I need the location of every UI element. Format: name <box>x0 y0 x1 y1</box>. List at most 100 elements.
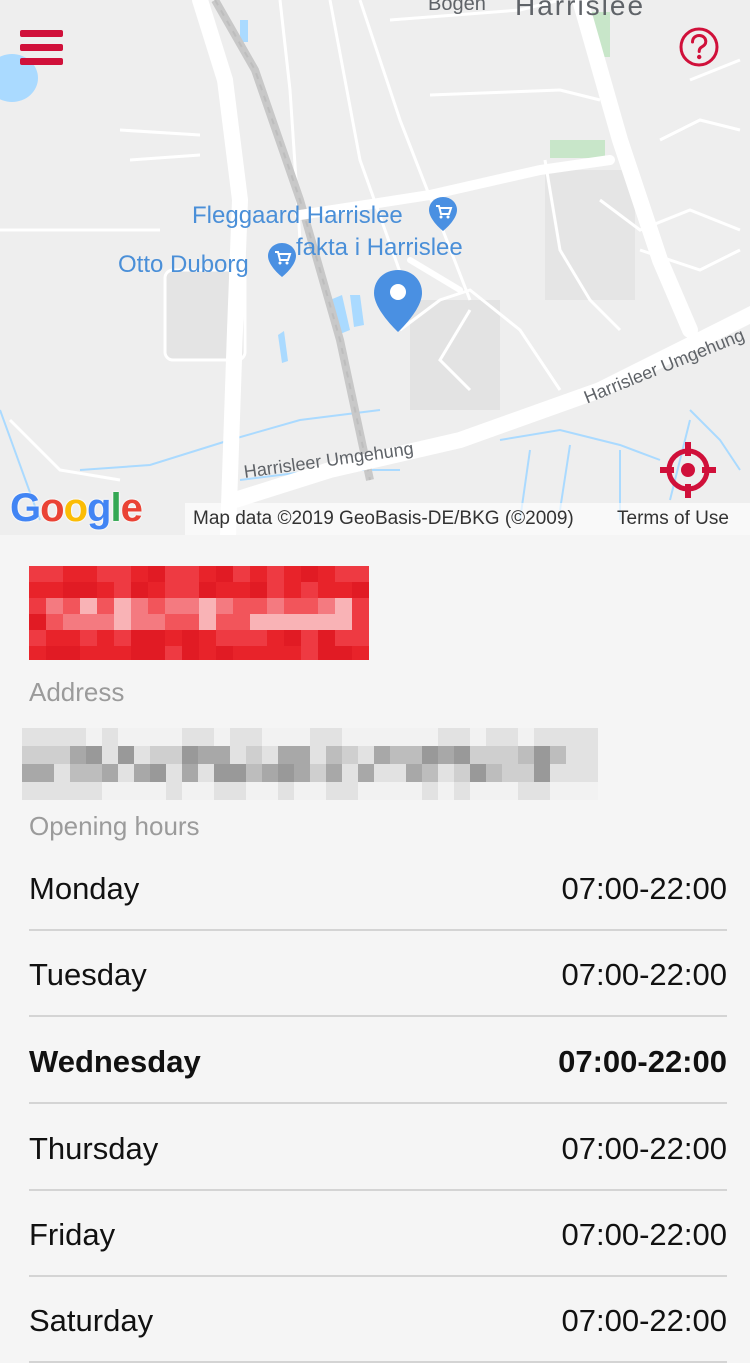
redaction-pixel <box>267 566 284 582</box>
redaction-pixel <box>294 728 310 746</box>
redaction-pixel <box>150 728 166 746</box>
redaction-pixel <box>422 728 438 746</box>
redaction-pixel <box>97 646 114 660</box>
hours-time: 07:00-22:00 <box>558 1044 727 1079</box>
redaction-pixel <box>454 728 470 746</box>
hours-time: 07:00-22:00 <box>561 957 727 992</box>
redaction-pixel <box>502 764 518 782</box>
redaction-pixel <box>422 764 438 782</box>
redaction-pixel <box>262 728 278 746</box>
hours-time: 07:00-22:00 <box>561 1217 727 1252</box>
redaction-pixel <box>278 746 294 764</box>
redaction-pixel <box>230 764 246 782</box>
redaction-pixel <box>80 582 97 598</box>
redaction-pixel <box>54 728 70 746</box>
hours-time: 07:00-22:00 <box>561 871 727 906</box>
redaction-pixel <box>214 728 230 746</box>
redaction-pixel <box>182 630 199 646</box>
redaction-pixel <box>582 728 598 746</box>
redaction-pixel <box>278 728 294 746</box>
locate-me-button[interactable] <box>658 440 718 500</box>
shopping-cart-icon[interactable] <box>428 196 458 232</box>
redaction-pixel <box>63 630 80 646</box>
redaction-pixel <box>86 728 102 746</box>
redaction-pixel <box>182 746 198 764</box>
redaction-pixel <box>486 764 502 782</box>
redaction-pixel <box>148 614 165 630</box>
map-label-fakta[interactable]: fakta i Harrislee <box>296 234 463 262</box>
redaction-pixel <box>80 630 97 646</box>
redaction-pixel <box>358 764 374 782</box>
redaction-pixel <box>214 764 230 782</box>
redaction-pixel <box>166 764 182 782</box>
redaction-pixel <box>352 630 369 646</box>
redaction-pixel <box>198 782 214 800</box>
hours-day: Friday <box>29 1217 116 1252</box>
redaction-pixel <box>86 746 102 764</box>
redaction-pixel <box>70 728 86 746</box>
redaction-pixel <box>518 782 534 800</box>
redaction-pixel <box>262 746 278 764</box>
map-label-fleggaard[interactable]: Fleggaard Harrislee <box>192 202 403 230</box>
redaction-pixel <box>134 782 150 800</box>
map-label-otto-duborg[interactable]: Otto Duborg <box>118 251 249 279</box>
redaction-pixel <box>214 782 230 800</box>
redaction-pixel <box>22 728 38 746</box>
redaction-pixel <box>70 746 86 764</box>
redaction-pixel <box>63 566 80 582</box>
map-view[interactable]: Bogen Harrislee Fleggaard Harrislee fakt… <box>0 0 750 535</box>
hamburger-menu-icon <box>20 30 63 65</box>
redaction-pixel <box>390 764 406 782</box>
redaction-pixel <box>165 582 182 598</box>
redaction-pixel <box>97 598 114 614</box>
redaction-pixel <box>246 728 262 746</box>
redaction-pixel <box>246 782 262 800</box>
redaction-pixel <box>335 582 352 598</box>
location-pin-icon[interactable] <box>372 268 424 334</box>
redaction-pixel <box>97 582 114 598</box>
redaction-pixel <box>54 764 70 782</box>
redaction-pixel <box>284 646 301 660</box>
redaction-pixel <box>318 630 335 646</box>
redaction-pixel <box>182 764 198 782</box>
redaction-pixel <box>534 746 550 764</box>
redaction-pixel <box>486 746 502 764</box>
redaction-pixel <box>131 646 148 660</box>
help-question-icon <box>679 27 719 67</box>
redaction-pixel <box>438 746 454 764</box>
redaction-pixel <box>518 764 534 782</box>
redaction-pixel <box>352 614 369 630</box>
redaction-pixel <box>198 746 214 764</box>
google-logo-letter: o <box>63 486 88 530</box>
help-button[interactable] <box>678 26 720 68</box>
terms-of-use-link[interactable]: Terms of Use <box>617 508 729 530</box>
redaction-pixel <box>148 582 165 598</box>
redaction-pixel <box>454 746 470 764</box>
hours-row-saturday: Saturday 07:00-22:00 <box>29 1277 727 1363</box>
redaction-pixel <box>390 782 406 800</box>
redaction-pixel <box>230 782 246 800</box>
redaction-pixel <box>470 782 486 800</box>
menu-button[interactable] <box>20 28 64 68</box>
redaction-pixel <box>46 598 63 614</box>
redaction-pixel <box>216 614 233 630</box>
redaction-pixel <box>118 746 134 764</box>
redaction-pixel <box>301 566 318 582</box>
redaction-pixel <box>233 566 250 582</box>
redaction-pixel <box>216 582 233 598</box>
redaction-pixel <box>165 630 182 646</box>
redaction-pixel <box>250 630 267 646</box>
shopping-cart-icon[interactable] <box>267 242 297 278</box>
redaction-pixel <box>335 598 352 614</box>
redaction-pixel <box>246 764 262 782</box>
redaction-pixel <box>233 598 250 614</box>
redaction-pixel <box>199 582 216 598</box>
redaction-pixel <box>278 782 294 800</box>
redaction-pixel <box>148 598 165 614</box>
redaction-pixel <box>199 614 216 630</box>
redaction-pixel <box>102 746 118 764</box>
crosshair-locate-icon <box>660 442 716 498</box>
redaction-pixel <box>29 614 46 630</box>
redaction-pixel <box>46 614 63 630</box>
redaction-pixel <box>80 614 97 630</box>
